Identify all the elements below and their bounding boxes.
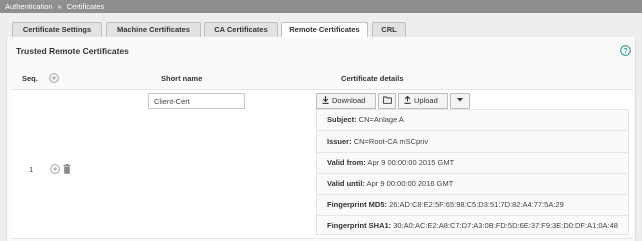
detail-valid-from: Valid from: Apr 9 00:00:00 2015 GMT: [327, 158, 454, 167]
add-row-icon[interactable]: [49, 73, 59, 83]
section-title: Trusted Remote Certificates: [16, 46, 129, 56]
detail-sha1-label: Fingerprint SHA1:: [327, 221, 392, 230]
upload-options-dropdown[interactable]: [450, 93, 470, 109]
column-header-seq: Seq.: [22, 74, 38, 83]
detail-fingerprint-md5: Fingerprint MD5: 26:AD:C8:E2:5F:65:98:C5…: [327, 200, 564, 209]
detail-fingerprint-sha1: Fingerprint SHA1: 30:A0:AC:E2:A8:C7:D7:A…: [327, 221, 618, 230]
detail-valid-from-label: Valid from:: [327, 158, 366, 167]
trash-icon[interactable]: [63, 164, 71, 174]
tab-ca-certificates[interactable]: CA Certificates: [204, 22, 278, 37]
download-button[interactable]: Download: [316, 93, 376, 109]
column-header-certificate-details: Certificate details: [341, 74, 404, 83]
column-header-short-name: Short name: [161, 74, 203, 83]
tab-strip: Certificate Settings Machine Certificate…: [0, 13, 642, 38]
detail-subject: Subject: CN=Anlage A: [327, 115, 404, 124]
detail-sha1-value: 30:A0:AC:E2:A8:C7:D7:A3:0B:FD:5D:6E:37:F…: [391, 221, 618, 230]
svg-text:?: ?: [623, 46, 628, 55]
detail-issuer: Issuer: CN=Root-CA mSCpriv: [327, 137, 428, 146]
detail-valid-until-value: Apr 9 00:00:00 2016 GMT: [364, 179, 454, 188]
detail-issuer-value: CN=Root-CA mSCpriv: [351, 137, 429, 146]
certificate-details-panel: Subject: CN=Anlage A Issuer: CN=Root-CA …: [316, 109, 629, 235]
breadcrumb-item-authentication[interactable]: Authentication: [5, 2, 53, 11]
divider: [317, 173, 628, 174]
divider: [317, 130, 628, 131]
divider: [317, 194, 628, 195]
breadcrumb-item-certificates: Certificates: [66, 2, 105, 11]
short-name-input[interactable]: [148, 93, 245, 109]
divider: [317, 152, 628, 153]
tab-machine-certificates[interactable]: Machine Certificates: [106, 22, 201, 37]
tab-crl[interactable]: CRL: [372, 22, 406, 37]
detail-valid-until-label: Valid until:: [327, 179, 365, 188]
tab-remote-certificates[interactable]: Remote Certificates: [281, 22, 368, 38]
breadcrumb-separator: »: [57, 2, 62, 11]
upload-icon: [404, 95, 411, 104]
folder-icon: [382, 96, 392, 104]
detail-issuer-label: Issuer:: [327, 137, 352, 146]
detail-valid-until: Valid until: Apr 9 00:00:00 2016 GMT: [327, 179, 453, 188]
browse-button[interactable]: [378, 93, 396, 109]
divider: [317, 215, 628, 216]
insert-row-icon[interactable]: [50, 164, 60, 174]
upload-button[interactable]: Upload: [398, 93, 448, 109]
download-icon: [322, 96, 329, 104]
download-button-label: Download: [332, 96, 366, 105]
tab-certificate-settings[interactable]: Certificate Settings: [12, 22, 102, 37]
detail-valid-from-value: Apr 9 00:00:00 2015 GMT: [365, 158, 455, 167]
right-gutter: [636, 37, 642, 241]
detail-subject-label: Subject:: [327, 115, 357, 124]
detail-md5-label: Fingerprint MD5:: [327, 200, 387, 209]
breadcrumb: Authentication » Certificates: [0, 0, 642, 13]
chevron-down-icon: [457, 98, 463, 102]
upload-button-label: Upload: [414, 96, 438, 105]
help-icon[interactable]: ?: [620, 45, 631, 56]
detail-md5-value: 26:AD:C8:E2:5F:65:98:C5:D3:51:7D:82:A4:7…: [387, 200, 564, 209]
detail-subject-value: CN=Anlage A: [356, 115, 404, 124]
row-seq-number: 1: [29, 165, 34, 174]
